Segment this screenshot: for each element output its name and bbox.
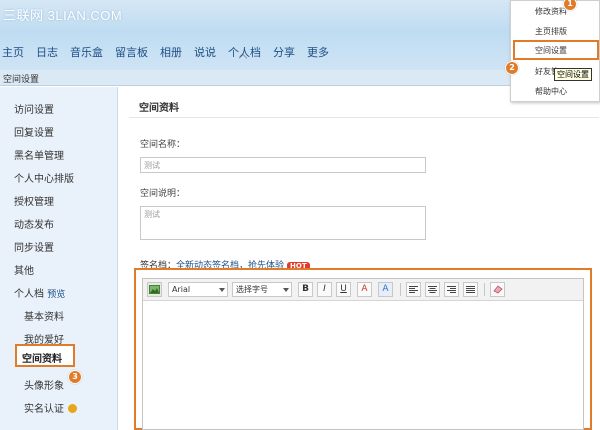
menu-item-layout[interactable]: 主页排版 — [535, 26, 567, 37]
sidebar-item-layout[interactable]: 个人中心排版 — [14, 170, 74, 185]
font-family-value: Arial — [172, 285, 191, 294]
nav-blog[interactable]: 日志 — [36, 44, 58, 60]
toolbar-divider — [484, 283, 485, 296]
sidebar-item-access[interactable]: 访问设置 — [14, 101, 54, 116]
sidebar-item-authorization[interactable]: 授权管理 — [14, 193, 54, 208]
align-right-icon[interactable] — [444, 282, 459, 297]
sidebar-item-publish[interactable]: 动态发布 — [14, 216, 54, 231]
breadcrumb: 空间设置 — [3, 75, 40, 85]
space-desc-value: 测试 — [144, 210, 160, 219]
tooltip: 空间设置 — [554, 68, 592, 81]
space-name-input[interactable]: 测试 — [140, 157, 426, 173]
menu-item-space-settings-label: 空间设置 — [535, 46, 567, 55]
title-divider — [129, 117, 599, 118]
align-left-icon[interactable] — [406, 282, 421, 297]
menu-item-space-settings[interactable]: 空间设置 — [513, 40, 599, 60]
sidebar-group-profile[interactable]: 个人档 预览 — [14, 285, 65, 300]
sidebar-item-reply[interactable]: 回复设置 — [14, 124, 54, 139]
preview-link[interactable]: 预览 — [47, 290, 65, 300]
sidebar-item-blacklist[interactable]: 黑名单管理 — [14, 147, 64, 162]
nav-album[interactable]: 相册 — [160, 44, 182, 60]
align-center-icon[interactable] — [425, 282, 440, 297]
space-name-label: 空间名称： — [140, 140, 186, 150]
settings-sidebar: 访问设置 回复设置 黑名单管理 个人中心排版 授权管理 动态发布 同步设置 其他… — [0, 87, 118, 430]
sidebar-item-avatar[interactable]: 头像形象 — [24, 377, 64, 392]
step-marker-3: 3 — [68, 370, 82, 384]
font-family-select[interactable]: Arial — [168, 282, 228, 297]
chevron-down-icon — [283, 288, 289, 292]
main-nav: 主页 日志 音乐盒 留言板 相册 说说 个人档 分享 更多 — [0, 44, 341, 60]
nav-music[interactable]: 音乐盒 — [70, 44, 103, 60]
signature-editor[interactable]: Arial 选择字号 B I U A A — [142, 278, 584, 430]
eraser-icon[interactable] — [490, 282, 505, 297]
verified-user-icon — [68, 404, 77, 413]
site-logo[interactable]: 三联网 3LIAN.COM — [3, 5, 122, 24]
sidebar-item-space-info[interactable]: 空间资料 — [15, 344, 75, 367]
editor-toolbar: Arial 选择字号 B I U A A — [143, 279, 583, 301]
sidebar-item-other[interactable]: 其他 — [14, 262, 34, 277]
nav-shuoshuo[interactable]: 说说 — [194, 44, 216, 60]
align-justify-icon[interactable] — [463, 282, 478, 297]
italic-button[interactable]: I — [317, 282, 332, 297]
highlight-color-button[interactable]: A — [378, 282, 393, 297]
nav-home[interactable]: 主页 — [2, 44, 24, 60]
sidebar-group-label: 个人档 — [14, 289, 44, 300]
sidebar-item-sync[interactable]: 同步设置 — [14, 239, 54, 254]
space-name-value: 测试 — [144, 161, 160, 170]
nav-guestbook[interactable]: 留言板 — [115, 44, 148, 60]
chevron-down-icon — [219, 288, 225, 292]
font-size-select[interactable]: 选择字号 — [232, 282, 292, 297]
font-color-button[interactable]: A — [357, 282, 372, 297]
sidebar-item-space-info-label: 空间资料 — [22, 354, 62, 365]
menu-item-edit-profile[interactable]: 修改资料 — [535, 6, 567, 17]
verification-label: 实名认证 — [24, 404, 64, 415]
bold-button[interactable]: B — [298, 282, 313, 297]
insert-image-icon[interactable] — [147, 282, 162, 297]
sidebar-item-verification[interactable]: 实名认证 — [24, 400, 77, 415]
space-desc-textarea[interactable]: 测试 — [140, 206, 426, 240]
toolbar-divider — [400, 283, 401, 296]
profile-dropdown-menu: 修改资料 主页排版 空间设置 好友管 帮助中心 — [510, 0, 600, 102]
page-title: 空间资料 — [139, 103, 179, 114]
menu-item-help[interactable]: 帮助中心 — [535, 86, 567, 97]
nav-more[interactable]: 更多 — [307, 44, 329, 60]
font-size-value: 选择字号 — [236, 285, 268, 294]
underline-button[interactable]: U — [336, 282, 351, 297]
sidebar-item-basic-info[interactable]: 基本资料 — [24, 308, 64, 323]
space-desc-label: 空间说明： — [140, 189, 186, 199]
step-marker-2: 2 — [505, 61, 519, 75]
nav-share[interactable]: 分享 — [273, 44, 295, 60]
